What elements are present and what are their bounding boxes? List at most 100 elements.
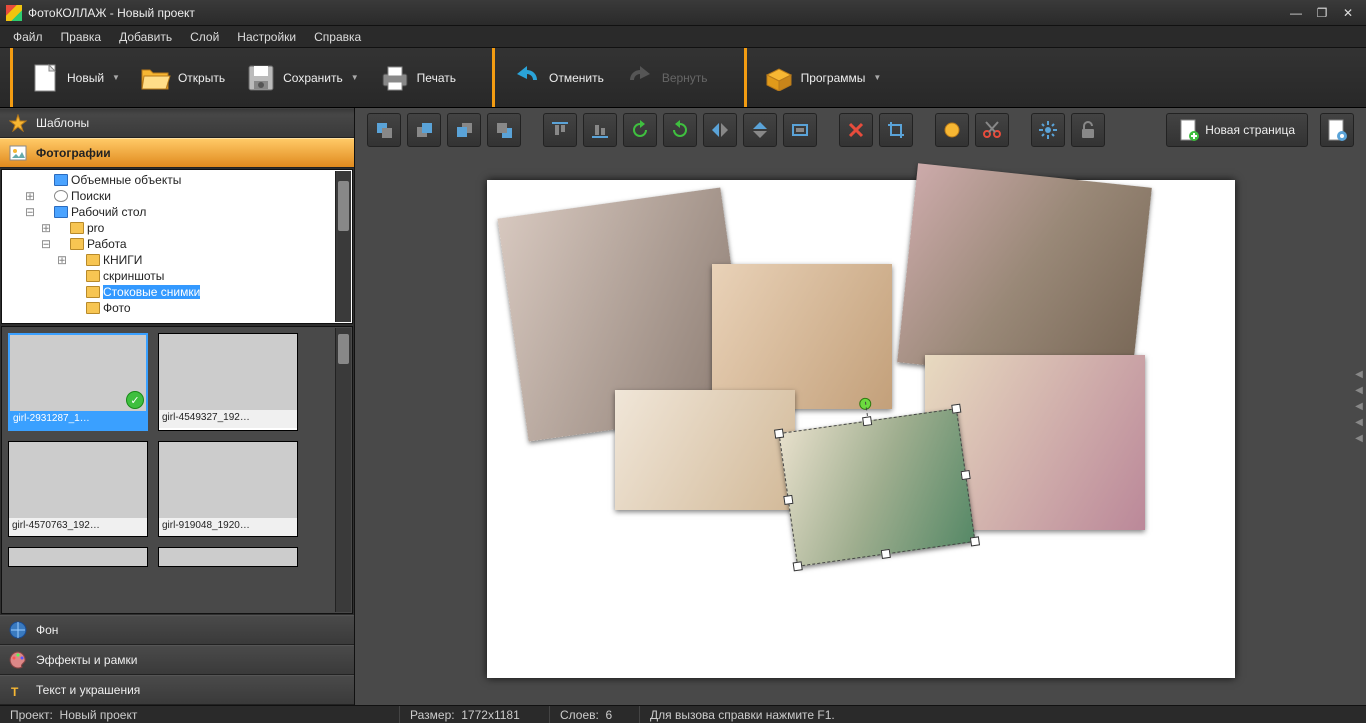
rotate-left-button[interactable] (623, 113, 657, 147)
resize-handle[interactable] (792, 561, 802, 571)
chevron-left-icon[interactable]: ◀ (1354, 401, 1364, 413)
page-settings-button[interactable] (1320, 113, 1354, 147)
new-button[interactable]: Новый ▼ (19, 56, 130, 100)
open-button-label: Открыть (178, 71, 225, 85)
menu-layer[interactable]: Слой (181, 28, 228, 46)
thumb-caption: girl-4549327_192… (159, 410, 297, 428)
thumb-item[interactable]: girl-4570763_192… (8, 441, 148, 537)
align-bottom-button[interactable] (583, 113, 617, 147)
scissors-button[interactable] (975, 113, 1009, 147)
canvas-viewport[interactable] (355, 152, 1366, 705)
align-top-button[interactable] (543, 113, 577, 147)
thumb-item[interactable]: girl-4549327_192… (158, 333, 298, 431)
folder-icon (86, 286, 100, 298)
menu-edit[interactable]: Правка (52, 28, 111, 46)
collage-page[interactable] (487, 180, 1235, 678)
delete-button[interactable] (839, 113, 873, 147)
folder-tree[interactable]: Объемные объекты ⊞Поиски ⊟Рабочий стол ⊞… (1, 169, 353, 324)
print-icon (379, 62, 411, 94)
close-button[interactable]: ✕ (1336, 4, 1360, 22)
thumb-item[interactable]: girl-919048_1920… (158, 441, 298, 537)
menubar: Файл Правка Добавить Слой Настройки Спра… (0, 26, 1366, 48)
tree-item[interactable]: ⊞КНИГИ (6, 252, 352, 268)
thumb-image (9, 442, 147, 518)
resize-handle[interactable] (960, 469, 970, 479)
chevron-left-icon[interactable]: ◀ (1354, 433, 1364, 445)
undo-button[interactable]: Отменить (501, 56, 614, 100)
minimize-button[interactable]: — (1284, 4, 1308, 22)
chevron-left-icon[interactable]: ◀ (1354, 385, 1364, 397)
open-button[interactable]: Открыть (130, 56, 235, 100)
thumb-item[interactable] (158, 547, 298, 567)
flip-vertical-button[interactable] (743, 113, 777, 147)
resize-handle[interactable] (862, 416, 872, 426)
color-button[interactable] (935, 113, 969, 147)
thumbs-scrollbar[interactable] (335, 328, 351, 612)
print-button-label: Печать (417, 71, 456, 85)
resize-handle[interactable] (880, 548, 890, 558)
thumb-item[interactable] (8, 547, 148, 567)
redo-button[interactable]: Вернуть (614, 56, 718, 100)
accordion-templates-label: Шаблоны (36, 116, 89, 130)
accordion-text[interactable]: T Текст и украшения (0, 675, 354, 705)
bring-front-button[interactable] (367, 113, 401, 147)
bring-forward-button[interactable] (407, 113, 441, 147)
tree-item[interactable]: ⊟Рабочий стол (6, 204, 352, 220)
thumb-item-selected[interactable]: ✓ girl-2931287_1… (8, 333, 148, 431)
tree-item[interactable]: скриншоты (6, 268, 352, 284)
flip-horizontal-button[interactable] (703, 113, 737, 147)
folder-icon (70, 222, 84, 234)
programs-button[interactable]: Программы ▼ (753, 56, 892, 100)
window-title: ФотоКОЛЛАЖ - Новый проект (28, 6, 1282, 20)
menu-settings[interactable]: Настройки (228, 28, 305, 46)
tree-item[interactable]: ⊟Работа (6, 236, 352, 252)
folder-icon (86, 254, 100, 266)
collage-photo[interactable] (712, 264, 892, 409)
dropdown-icon: ▼ (112, 73, 120, 82)
search-icon (54, 190, 68, 202)
collage-photo[interactable] (615, 390, 795, 510)
tree-item[interactable]: ⊞pro (6, 220, 352, 236)
resize-handle[interactable] (951, 403, 961, 413)
menu-file[interactable]: Файл (4, 28, 52, 46)
settings-button[interactable] (1031, 113, 1065, 147)
app-icon (6, 5, 22, 21)
send-backward-button[interactable] (447, 113, 481, 147)
accordion-background[interactable]: Фон (0, 615, 354, 645)
palette-icon (8, 650, 28, 670)
thumb-caption: girl-919048_1920… (159, 518, 297, 536)
menu-help[interactable]: Справка (305, 28, 370, 46)
menu-add[interactable]: Добавить (110, 28, 181, 46)
tree-scrollbar[interactable] (335, 171, 351, 322)
print-button[interactable]: Печать (369, 56, 466, 100)
collage-photo[interactable] (897, 163, 1152, 386)
send-back-button[interactable] (487, 113, 521, 147)
selection-box[interactable] (778, 408, 975, 567)
accordion-photos-label: Фотографии (36, 146, 111, 160)
rotate-right-button[interactable] (663, 113, 697, 147)
desktop-icon (54, 206, 68, 218)
maximize-button[interactable]: ❐ (1310, 4, 1334, 22)
chevron-left-icon[interactable]: ◀ (1354, 369, 1364, 381)
thumb-image (159, 442, 297, 518)
new-page-button[interactable]: Новая страница (1166, 113, 1308, 147)
left-panel: Шаблоны Фотографии Объемные объекты ⊞Пои… (0, 108, 355, 705)
redo-icon (624, 62, 656, 94)
resize-handle[interactable] (783, 494, 793, 504)
chevron-left-icon[interactable]: ◀ (1354, 417, 1364, 429)
fit-button[interactable] (783, 113, 817, 147)
resize-handle[interactable] (773, 428, 783, 438)
tree-item[interactable]: ⊞Поиски (6, 188, 352, 204)
tree-item-selected[interactable]: Стоковые снимки (6, 284, 352, 300)
tree-item[interactable]: Объемные объекты (6, 172, 352, 188)
programs-button-label: Программы (801, 71, 866, 85)
accordion-effects[interactable]: Эффекты и рамки (0, 645, 354, 675)
tree-item[interactable]: Фото (6, 300, 352, 316)
save-button[interactable]: Сохранить ▼ (235, 56, 369, 100)
crop-button[interactable] (879, 113, 913, 147)
accordion-photos[interactable]: Фотографии (0, 138, 354, 168)
lock-button[interactable] (1071, 113, 1105, 147)
redo-button-label: Вернуть (662, 71, 708, 85)
side-panel-toggle[interactable]: ◀ ◀ ◀ ◀ ◀ (1352, 365, 1366, 449)
resize-handle[interactable] (969, 536, 979, 546)
